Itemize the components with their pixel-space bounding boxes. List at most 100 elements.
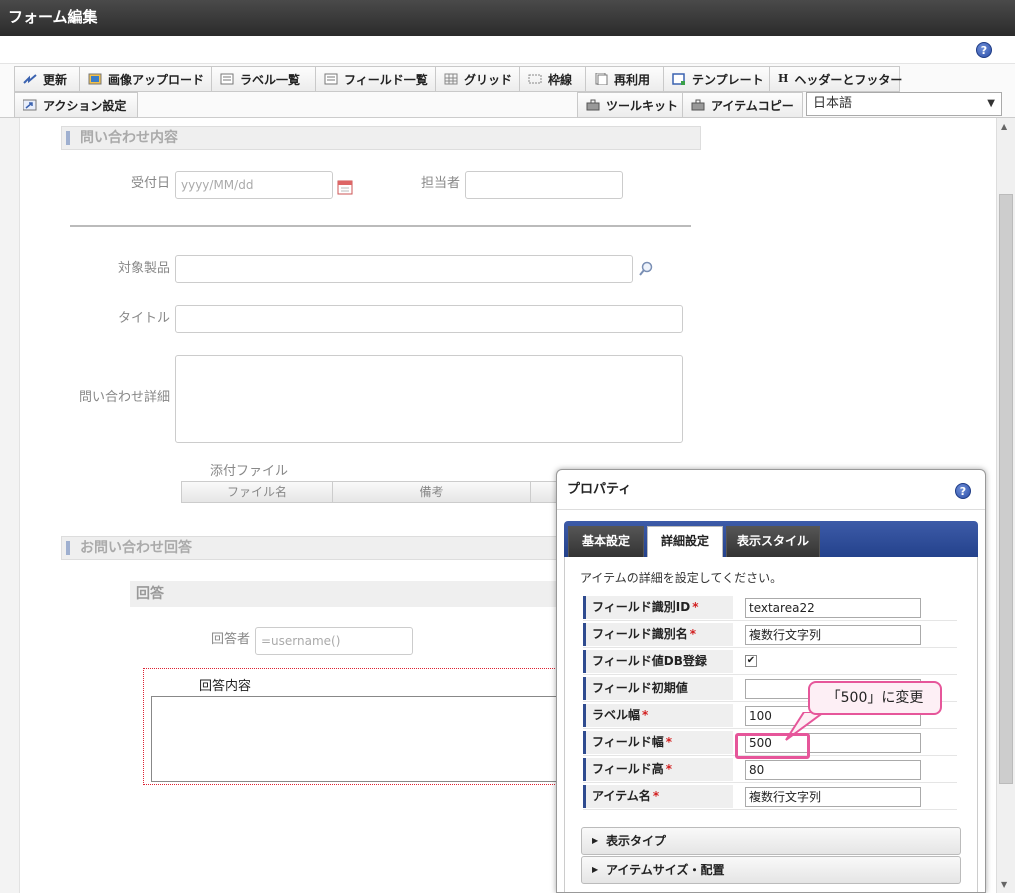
prop-key: フィールド高 * [583,758,733,781]
chevron-right-icon: ▶ [592,865,599,874]
prop-row-item-name: アイテム名 * 複数行文字列 [583,783,957,810]
attachment-table-header: ファイル名 備考 [181,481,571,503]
tab-display-style[interactable]: 表示スタイル [726,526,820,557]
field-height-input[interactable]: 80 [745,760,921,780]
section-inquiry[interactable]: 問い合わせ内容 [61,126,701,150]
responder-label: 回答者 [210,632,250,647]
prop-key: フィールド初期値 [583,677,733,700]
header-footer-button[interactable]: H ヘッダーとフッター [770,66,903,92]
left-gutter [0,118,20,893]
border-icon [528,73,542,85]
prop-key: フィールド識別名 * [583,623,733,646]
grid-button[interactable]: グリッド [436,66,520,92]
detail-textarea[interactable] [175,355,683,443]
tab-detail[interactable]: 詳細設定 [647,526,723,557]
accordion-label: アイテムサイズ・配置 [606,863,725,877]
label-list-label: ラベル一覧 [240,72,301,87]
accordion-label: 表示タイプ [606,834,667,848]
attachment-label: 添付ファイル [210,464,289,479]
language-select[interactable]: 日本語 ▼ [806,92,1002,116]
toolbar: 更新 画像アップロード ラベル一覧 フィールド一覧 グリッド 枠線 再利用 テン… [0,64,1015,118]
field-name-input[interactable]: 複数行文字列 [745,625,921,645]
properties-body: アイテムの詳細を設定してください。 フィールド識別ID * textarea22 … [564,557,978,892]
item-copy-icon [691,99,705,111]
accordion-display-type[interactable]: ▶ 表示タイプ [581,827,961,855]
vertical-scrollbar[interactable]: ▲ ▼ [996,118,1015,893]
prop-key: フィールド幅 * [583,731,733,754]
label-list-icon [220,73,234,85]
update-button[interactable]: 更新 [14,66,80,92]
section-answer[interactable]: お問い合わせ回答 [61,536,561,560]
assignee-label: 担当者 [420,176,460,191]
action-settings-button[interactable]: アクション設定 [14,92,138,118]
prop-row-field-height: フィールド高 * 80 [583,756,957,783]
prop-row-field-name: フィールド識別名 * 複数行文字列 [583,621,957,648]
product-label: 対象製品 [117,261,170,276]
toolbar-row-2: アクション設定 [14,92,138,118]
image-upload-icon [88,73,102,85]
scroll-down-icon[interactable]: ▼ [1001,880,1007,889]
dropdown-arrow-icon: ▼ [987,98,995,109]
item-copy-button[interactable]: アイテムコピー [683,92,803,118]
label-list-button[interactable]: ラベル一覧 [212,66,316,92]
header-footer-icon: H [778,72,789,85]
field-list-button[interactable]: フィールド一覧 [316,66,436,92]
tab-basic[interactable]: 基本設定 [568,526,644,557]
grid-label: グリッド [464,72,513,87]
product-input[interactable] [175,255,633,283]
answer-group-title[interactable]: 回答 [130,581,560,607]
divider [70,225,691,227]
field-list-label: フィールド一覧 [344,72,428,87]
update-icon [23,73,37,85]
toolbar-row-2-right: ツールキット アイテムコピー [577,92,803,118]
field-id-input[interactable]: textarea22 [745,598,921,618]
border-label: 枠線 [548,72,573,87]
language-value: 日本語 [813,96,853,111]
reuse-button[interactable]: 再利用 [586,66,664,92]
toolkit-button[interactable]: ツールキット [577,92,683,118]
annotation-callout: 「500」に変更 [808,681,942,715]
toolbox-icon [586,99,600,111]
title-input[interactable] [175,305,683,333]
search-icon[interactable] [638,261,654,280]
action-icon [22,99,37,111]
image-upload-button[interactable]: 画像アップロード [80,66,212,92]
answer-content-label: 回答内容 [199,679,252,694]
grid-icon [444,73,458,85]
prop-key: フィールド値DB登録 [583,650,733,673]
answer-content-textarea[interactable] [151,696,563,782]
action-settings-label: アクション設定 [43,98,127,113]
template-button[interactable]: テンプレート [664,66,770,92]
reuse-icon [594,72,608,86]
scroll-thumb[interactable] [999,194,1013,784]
scroll-up-icon[interactable]: ▲ [1001,122,1007,131]
highlight-box [735,733,810,759]
properties-help-icon[interactable]: ? [955,483,971,499]
window-title: フォーム編集 [0,0,1015,36]
detail-label: 問い合わせ詳細 [78,390,170,405]
prop-key: フィールド識別ID * [583,596,733,619]
properties-description: アイテムの詳細を設定してください。 [580,571,783,585]
border-button[interactable]: 枠線 [520,66,586,92]
accordion-item-size[interactable]: ▶ アイテムサイズ・配置 [581,856,961,884]
responder-input[interactable]: =username() [255,627,413,655]
column-filename: ファイル名 [181,481,333,503]
calendar-icon[interactable] [337,179,353,198]
update-label: 更新 [43,72,68,87]
properties-title: プロパティ [557,470,985,510]
header-footer-label: ヘッダーとフッター [794,72,903,87]
prop-key: アイテム名 * [583,785,733,808]
assignee-input[interactable] [465,171,623,199]
template-icon [672,73,686,85]
item-name-input[interactable]: 複数行文字列 [745,787,921,807]
item-copy-label: アイテムコピー [711,98,794,113]
db-register-checkbox[interactable]: ✔ [745,655,757,667]
prop-row-field-id: フィールド識別ID * textarea22 [583,594,957,621]
help-bar: ? [0,36,1015,64]
template-label: テンプレート [692,72,764,87]
help-icon[interactable]: ? [976,42,992,58]
reuse-label: 再利用 [614,72,651,87]
toolbar-row-1: 更新 画像アップロード ラベル一覧 フィールド一覧 グリッド 枠線 再利用 テン… [14,66,903,92]
column-note: 備考 [333,481,531,503]
received-date-input[interactable]: yyyy/MM/dd [175,171,333,199]
